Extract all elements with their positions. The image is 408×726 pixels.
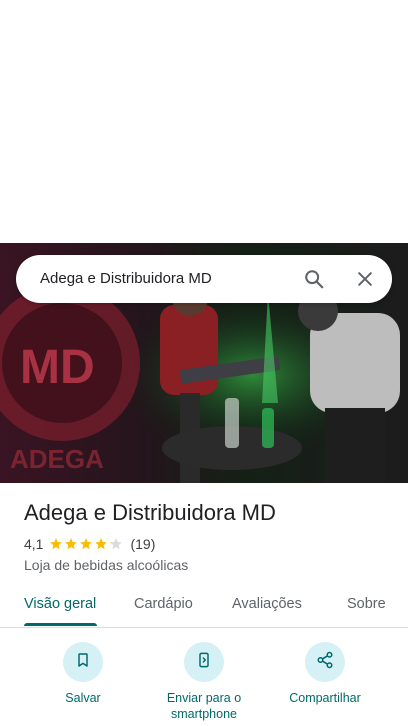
save-button[interactable]: Salvar	[23, 642, 143, 706]
send-to-phone-button[interactable]: Enviar para o smartphone	[144, 642, 264, 722]
send-to-phone-icon	[196, 651, 212, 674]
tab-avaliacoes[interactable]: Avaliações	[232, 596, 302, 612]
tab-cardapio[interactable]: Cardápio	[134, 596, 193, 612]
tab-bar: Visão geral Cardápio Avaliações Sobre	[0, 584, 408, 628]
share-button[interactable]: Compartilhar	[265, 642, 385, 706]
share-icon	[316, 651, 334, 674]
save-button-label: Salvar	[65, 691, 101, 705]
close-icon[interactable]	[349, 263, 381, 295]
star-icon	[80, 538, 93, 550]
place-page: MD ADEGA Adega e Distribuidora MD Adega …	[0, 0, 408, 726]
review-count[interactable]: (19)	[130, 536, 155, 552]
action-bar: Salvar Enviar para o smartphone Comparti…	[0, 640, 408, 726]
share-button-label: Compartilhar	[289, 691, 361, 705]
send-to-phone-button-label: Enviar para o smartphone	[166, 691, 242, 721]
rating-value: 4,1	[24, 536, 44, 552]
search-bar[interactable]: Adega e Distribuidora MD	[16, 255, 392, 303]
star-icon	[95, 538, 108, 550]
svg-text:MD: MD	[20, 341, 95, 394]
star-rating	[49, 537, 124, 551]
tab-visao-geral[interactable]: Visão geral	[24, 596, 96, 612]
bookmark-icon	[75, 652, 91, 673]
star-icon	[50, 538, 63, 550]
star-icon	[65, 538, 78, 550]
rating-row[interactable]: 4,1 (19)	[24, 536, 155, 552]
search-query-text[interactable]: Adega e Distribuidora MD	[40, 255, 212, 303]
svg-text:ADEGA: ADEGA	[10, 444, 104, 474]
place-title: Adega e Distribuidora MD	[24, 500, 276, 525]
tab-sobre[interactable]: Sobre	[347, 596, 386, 612]
star-icon	[110, 538, 123, 550]
send-to-phone-button-circle[interactable]	[184, 642, 224, 682]
search-icon[interactable]	[298, 263, 330, 295]
active-tab-indicator	[24, 623, 97, 626]
place-category[interactable]: Loja de bebidas alcoólicas	[24, 557, 188, 573]
save-button-circle[interactable]	[63, 642, 103, 682]
share-button-circle[interactable]	[305, 642, 345, 682]
map-area[interactable]	[0, 0, 408, 243]
